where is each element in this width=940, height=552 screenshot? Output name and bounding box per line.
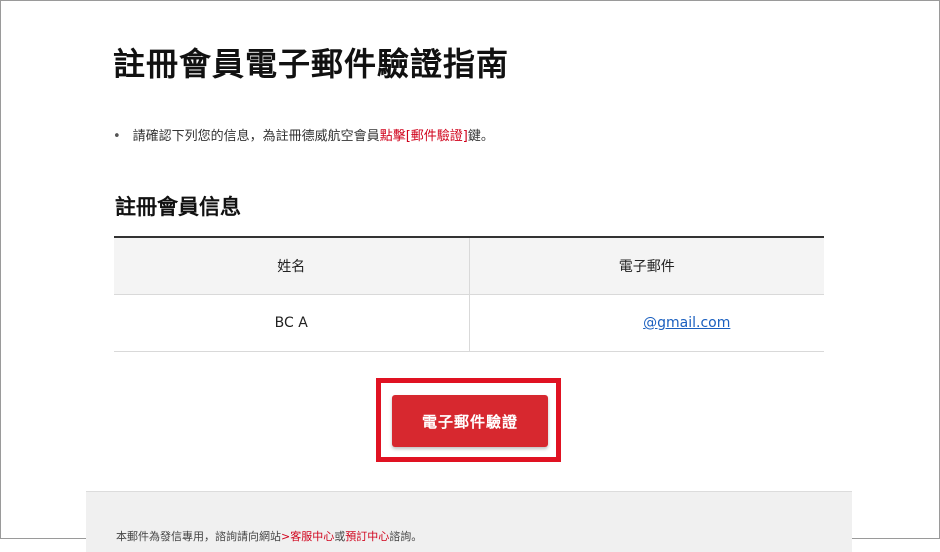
bullet-icon: • [113, 129, 121, 144]
footer-text: 本郵件為發信專用，諮詢請向網站>客服中心或預訂中心諮詢。 [116, 528, 422, 544]
footer-text-middle: 或 [334, 530, 346, 543]
notice-text: 請確認下列您的信息，為註冊德威航空會員 [132, 129, 380, 144]
member-name-cell: BC A [114, 294, 469, 352]
member-email-cell: @gmail.com [468, 294, 824, 352]
column-header-email: 電子郵件 [468, 236, 824, 295]
email-link[interactable]: @gmail.com [643, 315, 730, 331]
footer: 本郵件為發信專用，諮詢請向網站>客服中心或預訂中心諮詢。 [86, 491, 852, 552]
email-verify-button[interactable]: 電子郵件驗證 [392, 395, 548, 447]
notice-highlight: 點擊[郵件驗證] [379, 129, 468, 144]
member-info-table: 姓名 電子郵件 BC A @gmail.com [114, 236, 824, 352]
footer-text-end: 諮詢。 [389, 530, 423, 543]
column-header-name: 姓名 [114, 236, 469, 295]
section-title: 註冊會員信息 [115, 195, 241, 219]
table-header-row: 姓名 電子郵件 [114, 236, 824, 295]
customer-center-link[interactable]: >客服中心 [281, 530, 334, 543]
table-row: BC A @gmail.com [114, 294, 824, 352]
booking-center-link[interactable]: 預訂中心 [345, 530, 389, 543]
footer-text-start: 本郵件為發信專用，諮詢請向網站 [116, 530, 281, 543]
verification-notice: • 請確認下列您的信息，為註冊德威航空會員點擊[郵件驗證]鍵。 [113, 125, 494, 144]
notice-text-end: 鍵。 [467, 129, 494, 144]
page-title: 註冊會員電子郵件驗證指南 [113, 45, 510, 83]
